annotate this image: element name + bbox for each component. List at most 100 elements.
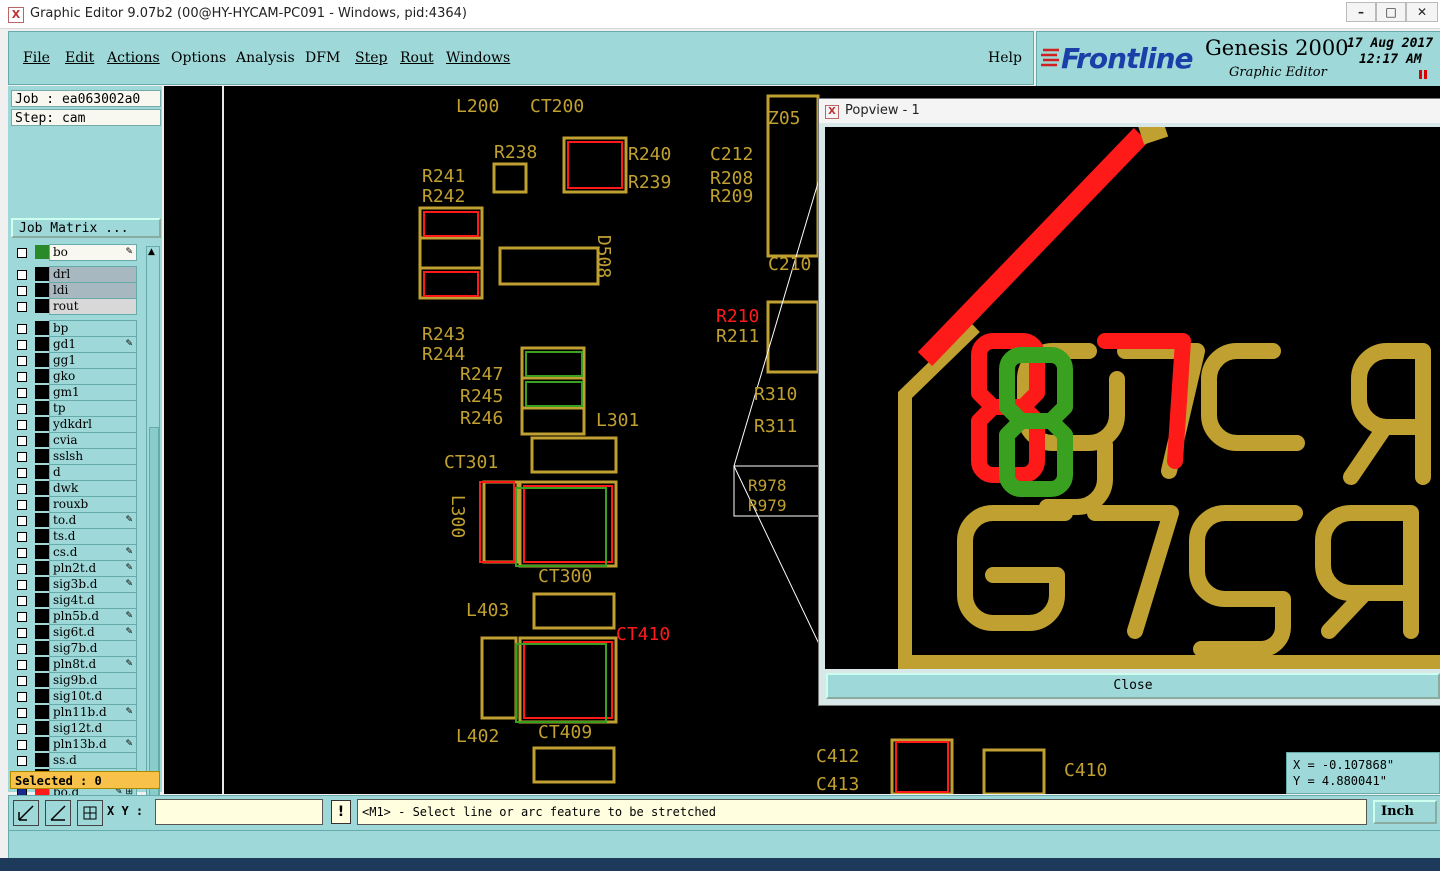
layer-color-swatch[interactable]	[35, 465, 49, 479]
layer-row[interactable]: ydkdrl	[11, 416, 139, 433]
grid-tool-icon[interactable]	[77, 800, 103, 826]
layer-row[interactable]: gg1	[11, 352, 139, 369]
layer-color-swatch[interactable]	[35, 267, 49, 281]
xy-input[interactable]	[155, 799, 323, 825]
layer-color-swatch[interactable]	[35, 609, 49, 623]
measure-tool-icon[interactable]	[45, 800, 71, 826]
layer-row[interactable]: ss.d	[11, 752, 139, 769]
layer-color-swatch[interactable]	[35, 561, 49, 575]
layer-checkbox[interactable]	[17, 596, 27, 606]
layer-checkbox[interactable]	[17, 388, 27, 398]
menu-analysis[interactable]: Analysis	[236, 50, 295, 66]
layer-checkbox[interactable]	[17, 708, 27, 718]
layer-color-swatch[interactable]	[35, 705, 49, 719]
layer-color-swatch[interactable]	[35, 657, 49, 671]
menu-rout[interactable]: Rout	[400, 50, 434, 66]
layer-checkbox[interactable]	[17, 724, 27, 734]
layer-color-swatch[interactable]	[35, 753, 49, 767]
layer-row[interactable]: bp	[11, 320, 139, 337]
layer-row[interactable]: d	[11, 464, 139, 481]
layer-color-swatch[interactable]	[35, 481, 49, 495]
layer-row[interactable]: pln13b.d ✎	[11, 736, 139, 753]
layer-checkbox[interactable]	[17, 356, 27, 366]
layer-color-swatch[interactable]	[35, 337, 49, 351]
layer-checkbox[interactable]	[17, 286, 27, 296]
layer-row[interactable]: ts.d	[11, 528, 139, 545]
layer-scrollbar[interactable]: ▲ ▼	[146, 246, 160, 852]
layer-row[interactable]: sig4t.d	[11, 592, 139, 609]
layer-color-swatch[interactable]	[35, 385, 49, 399]
layer-color-swatch[interactable]	[35, 417, 49, 431]
layer-checkbox[interactable]	[17, 692, 27, 702]
layer-row[interactable]: cvia	[11, 432, 139, 449]
layer-checkbox[interactable]	[17, 340, 27, 350]
layer-row[interactable]: sig10t.d	[11, 688, 139, 705]
layer-checkbox[interactable]	[17, 644, 27, 654]
menu-edit[interactable]: Edit	[65, 50, 94, 66]
layer-checkbox[interactable]	[17, 564, 27, 574]
layer-row[interactable]: sig6t.d ✎	[11, 624, 139, 641]
layer-row[interactable]: sig12t.d	[11, 720, 139, 737]
layer-color-swatch[interactable]	[35, 321, 49, 335]
layer-row[interactable]: pln11b.d ✎	[11, 704, 139, 721]
layer-checkbox[interactable]	[17, 324, 27, 334]
layer-color-swatch[interactable]	[35, 673, 49, 687]
layer-row[interactable]: pln8t.d ✎	[11, 656, 139, 673]
menu-windows[interactable]: Windows	[446, 50, 510, 66]
layer-checkbox[interactable]	[17, 372, 27, 382]
menu-step[interactable]: Step	[355, 50, 387, 66]
unit-selector[interactable]: Inch	[1373, 800, 1437, 824]
layer-color-swatch[interactable]	[35, 353, 49, 367]
layer-checkbox[interactable]	[17, 420, 27, 430]
layer-color-swatch[interactable]	[35, 529, 49, 543]
layer-checkbox[interactable]	[17, 676, 27, 686]
menu-file[interactable]: File	[23, 50, 50, 66]
popview-canvas[interactable]	[825, 117, 1440, 669]
layer-checkbox[interactable]	[17, 740, 27, 750]
layer-color-swatch[interactable]	[35, 593, 49, 607]
layer-color-swatch[interactable]	[35, 625, 49, 639]
layer-checkbox[interactable]	[17, 500, 27, 510]
layer-checkbox[interactable]	[17, 756, 27, 766]
layer-checkbox[interactable]	[17, 628, 27, 638]
layer-color-swatch[interactable]	[35, 641, 49, 655]
layer-row[interactable]: sig9b.d	[11, 672, 139, 689]
layer-color-swatch[interactable]	[35, 721, 49, 735]
layer-color-swatch[interactable]	[35, 545, 49, 559]
layer-checkbox[interactable]	[17, 468, 27, 478]
layer-checkbox[interactable]	[17, 548, 27, 558]
layer-row[interactable]: sig7b.d	[11, 640, 139, 657]
scroll-up-icon[interactable]: ▲	[148, 247, 155, 257]
layer-color-swatch[interactable]	[35, 369, 49, 383]
layer-row[interactable]: tp	[11, 400, 139, 417]
layer-checkbox[interactable]	[17, 516, 27, 526]
layer-row[interactable]: gko	[11, 368, 139, 385]
close-window-button[interactable]: ✕	[1406, 2, 1438, 22]
layer-row[interactable]: ldi	[11, 282, 139, 299]
layer-color-swatch[interactable]	[35, 689, 49, 703]
layer-row[interactable]: rout	[11, 298, 139, 315]
maximize-button[interactable]: □	[1376, 2, 1406, 22]
menu-help[interactable]: Help	[988, 50, 1022, 66]
layer-color-swatch[interactable]	[35, 513, 49, 527]
layer-row[interactable]: drl	[11, 266, 139, 283]
alert-button[interactable]: !	[331, 800, 351, 824]
layer-row[interactable]: sig3b.d ✎	[11, 576, 139, 593]
layer-color-swatch[interactable]	[35, 737, 49, 751]
layer-checkbox[interactable]	[17, 404, 27, 414]
layer-color-swatch[interactable]	[35, 577, 49, 591]
layer-row[interactable]: cs.d ✎	[11, 544, 139, 561]
menu-options[interactable]: Options	[171, 50, 226, 66]
layer-checkbox[interactable]	[17, 270, 27, 280]
layer-checkbox[interactable]	[17, 612, 27, 622]
layer-color-swatch[interactable]	[35, 433, 49, 447]
menu-actions[interactable]: Actions	[107, 50, 160, 66]
layer-checkbox[interactable]	[17, 452, 27, 462]
layer-checkbox[interactable]	[17, 660, 27, 670]
snap-tool-icon[interactable]	[13, 800, 39, 826]
menu-dfm[interactable]: DFM	[305, 50, 340, 66]
layer-color-swatch[interactable]	[35, 245, 49, 259]
layer-checkbox[interactable]	[17, 302, 27, 312]
layer-color-swatch[interactable]	[35, 299, 49, 313]
layer-color-swatch[interactable]	[35, 497, 49, 511]
